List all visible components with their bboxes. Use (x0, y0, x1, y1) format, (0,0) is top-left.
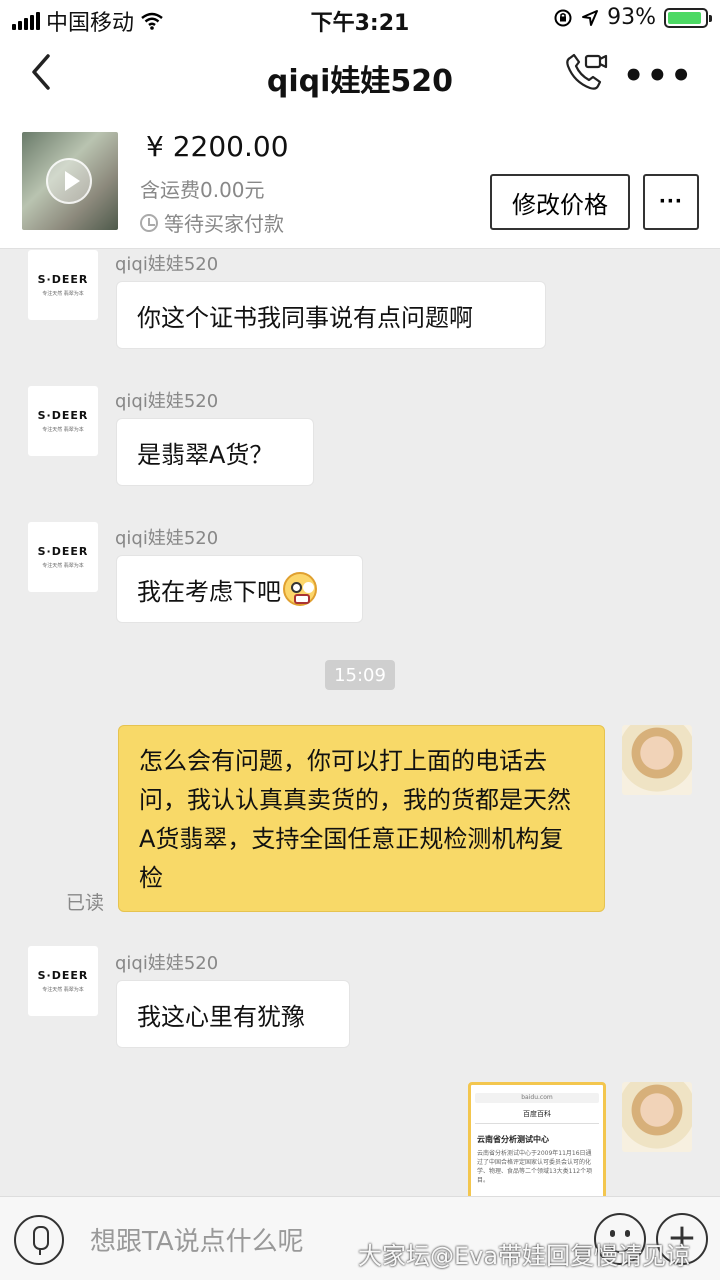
chat-timestamp: 15:09 (325, 660, 395, 690)
product-card: ¥ 2200.00 含运费0.00元 等待买家付款 修改价格 ··· (0, 112, 720, 249)
orientation-lock-icon (554, 9, 572, 26)
location-icon (582, 9, 599, 26)
avatar-brand: S·DEER (37, 409, 89, 422)
my-avatar[interactable] (622, 1082, 692, 1152)
watermark-text: 大家坛@Eva带娃回复慢请见谅 (358, 1242, 691, 1270)
product-thumbnail[interactable] (22, 132, 118, 230)
seller-avatar[interactable]: S·DEER 专注天然 翡翠为本 (28, 946, 98, 1016)
outgoing-message-bubble[interactable]: 怎么会有问题，你可以打上面的电话去问，我认认真真卖货的，我的货都是天然A货翡翠，… (118, 725, 605, 912)
my-avatar[interactable] (622, 725, 692, 795)
avatar-brand: S·DEER (37, 273, 89, 286)
play-icon (46, 158, 92, 204)
sender-name: qiqi娃娃520 (115, 528, 219, 549)
voice-input-button[interactable] (14, 1215, 64, 1265)
status-right-group: 93% (553, 5, 712, 30)
screenshot-heading: 云南省分析测试中心 (477, 1135, 549, 1144)
avatar-brand: S·DEER (37, 545, 89, 558)
more-options-button[interactable]: ••• (623, 56, 694, 96)
screenshot-snippet: 云南省分析测试中心于2009年11月16日通过了中国合格评定国家认可委员会认可的… (477, 1150, 593, 1184)
image-message[interactable]: baidu.com 百度百科 云南省分析测试中心 云南省分析测试中心于2009年… (468, 1082, 606, 1200)
battery-percent: 93% (607, 5, 656, 30)
call-button[interactable] (560, 50, 610, 94)
nav-bar: qiqi娃娃520 ••• (0, 36, 720, 112)
avatar-brand: S·DEER (37, 969, 89, 982)
chat-title: qiqi娃娃520 (266, 64, 454, 99)
order-status: 等待买家付款 (140, 208, 284, 237)
seller-avatar[interactable]: S·DEER 专注天然 翡翠为本 (28, 522, 98, 592)
battery-fill (668, 11, 702, 24)
sender-name: qiqi娃娃520 (115, 391, 219, 412)
message-text: 我在考虑下吧 (137, 577, 281, 606)
status-bar: 中国移动 下午3:21 93% (0, 0, 720, 36)
message-bubble[interactable]: 我在考虑下吧 (116, 555, 363, 623)
avatar-tagline: 专注天然 翡翠为本 (42, 427, 84, 433)
product-price: ¥ 2200.00 (146, 130, 289, 163)
message-bubble[interactable]: 你这个证书我同事说有点问题啊 (116, 281, 546, 349)
seller-avatar[interactable]: S·DEER 专注天然 翡翠为本 (28, 386, 98, 456)
message-bubble[interactable]: 是翡翠A货？ (116, 418, 314, 486)
edit-price-button[interactable]: 修改价格 (490, 174, 630, 230)
avatar-tagline: 专注天然 翡翠为本 (42, 563, 84, 569)
message-input[interactable]: 想跟TA说点什么呢 (90, 1221, 304, 1258)
battery-icon (664, 7, 712, 28)
sender-name: qiqi娃娃520 (115, 953, 219, 974)
avatar-tagline: 专注天然 翡翠为本 (42, 291, 84, 297)
order-status-label: 等待买家付款 (164, 212, 284, 236)
read-receipt: 已读 (66, 892, 105, 914)
screenshot-site: 百度百科 (523, 1110, 551, 1118)
avatar-tagline: 专注天然 翡翠为本 (42, 987, 84, 993)
product-more-button[interactable]: ··· (643, 174, 699, 230)
clock-icon (140, 213, 158, 232)
worried-emoji-icon (283, 572, 317, 606)
shipping-fee: 含运费0.00元 (140, 178, 265, 202)
sender-name: qiqi娃娃520 (115, 254, 219, 275)
divider (475, 1123, 599, 1124)
seller-avatar[interactable]: S·DEER 专注天然 翡翠为本 (28, 250, 98, 320)
screenshot-url: baidu.com (475, 1093, 599, 1103)
message-bubble[interactable]: 我这心里有犹豫 (116, 980, 350, 1048)
phone-video-icon (566, 53, 608, 90)
